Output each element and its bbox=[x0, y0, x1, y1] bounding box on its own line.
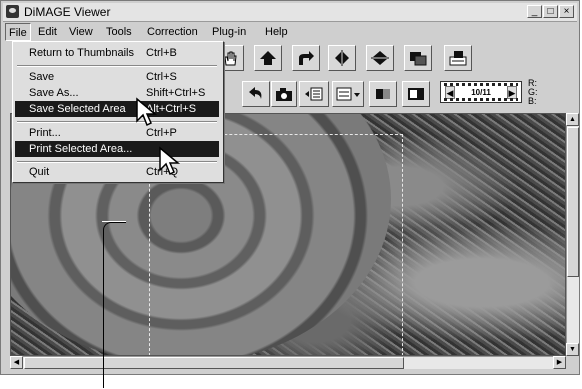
vertical-scrollbar[interactable]: ▲ ▼ bbox=[566, 113, 579, 356]
camera-icon bbox=[276, 88, 292, 101]
menu-item-shortcut: Ctrl+S bbox=[146, 71, 177, 83]
menu-view[interactable]: View bbox=[69, 26, 93, 38]
rotate-right-button[interactable] bbox=[292, 45, 320, 71]
menu-edit[interactable]: Edit bbox=[38, 26, 57, 38]
previous-frame-button[interactable]: ◀ bbox=[445, 86, 455, 99]
menu-correction[interactable]: Correction bbox=[147, 26, 198, 38]
vertical-scroll-thumb[interactable] bbox=[567, 127, 579, 277]
full-screen-button[interactable] bbox=[402, 81, 430, 107]
frame-counter-text: 10/11 bbox=[471, 88, 491, 97]
menu-item-label: Quit bbox=[29, 166, 50, 178]
menu-plug-in[interactable]: Plug-in bbox=[212, 26, 246, 38]
next-frame-button[interactable]: ▶ bbox=[507, 86, 517, 99]
menu-file[interactable]: File bbox=[5, 23, 31, 41]
rgb-readout: R: G: B: bbox=[528, 79, 538, 106]
app-window: DiMAGE Viewer _ □ × File Edit View Tools… bbox=[0, 0, 580, 375]
menu-item-shortcut: Ctrl+B bbox=[146, 47, 177, 59]
pointer-cursor-icon bbox=[159, 146, 181, 176]
menu-return-to-thumbnails[interactable]: Return to Thumbnails Ctrl+B bbox=[15, 45, 219, 61]
full-screen-icon bbox=[408, 88, 424, 100]
rotate-left-icon bbox=[260, 51, 276, 65]
menu-separator bbox=[17, 121, 217, 123]
maximize-button[interactable]: □ bbox=[543, 5, 558, 18]
rotate-left-button[interactable] bbox=[254, 45, 282, 71]
display-mode-dropdown[interactable] bbox=[332, 81, 364, 107]
b-label: B: bbox=[528, 96, 537, 106]
menu-bar: File Edit View Tools Correction Plug-in … bbox=[3, 23, 577, 41]
file-menu-dropdown: Return to Thumbnails Ctrl+B Save Ctrl+S … bbox=[12, 41, 224, 183]
image-info-icon bbox=[305, 87, 323, 101]
undo-icon bbox=[249, 87, 262, 99]
title-bar[interactable]: DiMAGE Viewer _ □ × bbox=[3, 3, 577, 22]
app-icon bbox=[6, 5, 19, 18]
scroll-right-arrow[interactable]: ▶ bbox=[553, 356, 566, 369]
histogram-button[interactable] bbox=[369, 81, 397, 107]
histogram-icon bbox=[376, 89, 390, 99]
transfer-icon bbox=[449, 51, 467, 66]
menu-item-label: Print... bbox=[29, 127, 61, 139]
menu-separator bbox=[17, 65, 217, 67]
callout-line bbox=[103, 222, 126, 388]
menu-save-as[interactable]: Save As... Shift+Ctrl+S bbox=[15, 85, 219, 101]
menu-print-selected-area[interactable]: Print Selected Area... bbox=[15, 141, 219, 157]
menu-item-label: Print Selected Area... bbox=[29, 143, 133, 155]
menu-separator bbox=[17, 161, 217, 163]
frame-counter: ◀ 10/11 ▶ bbox=[440, 81, 522, 103]
menu-quit[interactable]: Quit Ctrl+Q bbox=[15, 164, 219, 180]
menu-item-label: Save bbox=[29, 71, 55, 83]
rotate-right-icon bbox=[299, 51, 314, 65]
transfer-button[interactable] bbox=[444, 45, 472, 71]
menu-item-label: Return to Thumbnails bbox=[29, 47, 134, 59]
menu-item-label: Save As... bbox=[29, 87, 79, 99]
close-button[interactable]: × bbox=[559, 5, 574, 18]
image-info-button[interactable] bbox=[299, 81, 329, 107]
menu-item-label: Save Selected Area bbox=[29, 103, 126, 115]
menu-tools[interactable]: Tools bbox=[106, 26, 132, 38]
camera-button[interactable] bbox=[271, 81, 297, 107]
display-mode-icon bbox=[336, 87, 360, 101]
flip-horizontal-icon bbox=[335, 50, 349, 66]
scroll-down-arrow[interactable]: ▼ bbox=[566, 343, 579, 356]
flip-vertical-button[interactable] bbox=[366, 45, 394, 71]
flip-vertical-icon bbox=[371, 51, 389, 65]
horizontal-scrollbar[interactable]: ◀ ▶ bbox=[10, 356, 566, 369]
horizontal-scroll-thumb[interactable] bbox=[24, 357, 404, 369]
window-title: DiMAGE Viewer bbox=[24, 5, 111, 19]
scroll-left-arrow[interactable]: ◀ bbox=[10, 356, 23, 369]
scroll-up-arrow[interactable]: ▲ bbox=[566, 113, 579, 126]
copy-image-button[interactable] bbox=[404, 45, 432, 71]
minimize-button[interactable]: _ bbox=[527, 5, 542, 18]
flip-horizontal-button[interactable] bbox=[328, 45, 356, 71]
pointer-cursor-icon bbox=[136, 97, 158, 127]
copy-image-icon bbox=[410, 52, 427, 66]
menu-save-selected-area[interactable]: Save Selected Area Alt+Ctrl+S bbox=[15, 101, 219, 117]
undo-button[interactable] bbox=[242, 81, 270, 107]
menu-save[interactable]: Save Ctrl+S bbox=[15, 69, 219, 85]
menu-help[interactable]: Help bbox=[265, 26, 288, 38]
menu-print[interactable]: Print... Ctrl+P bbox=[15, 125, 219, 141]
